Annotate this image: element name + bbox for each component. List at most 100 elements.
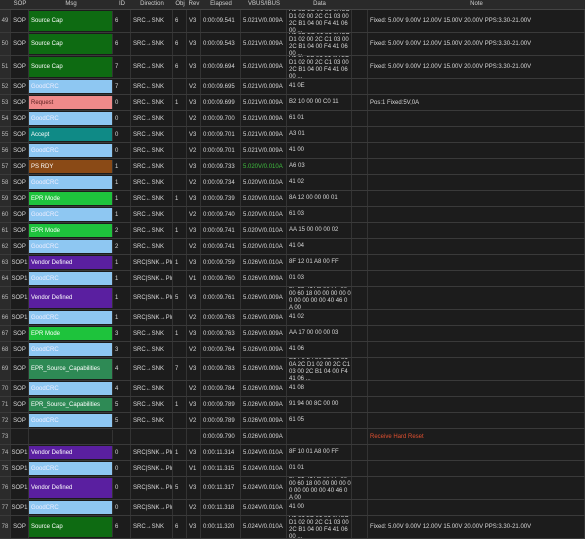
note-cell: [368, 111, 585, 126]
msg-cell: EPR_Source_Capabilities: [29, 398, 113, 411]
note-cell: Fixed: 5.00V 9.00V 12.00V 15.00V 20.00V …: [368, 10, 585, 32]
sop-cell: SOP: [11, 207, 29, 222]
obj-cell: [173, 175, 187, 190]
direction-cell: SRC|SNK←Plug: [131, 287, 173, 309]
rev-cell: V3: [187, 255, 201, 270]
table-row[interactable]: 66SOP1GoodCRC1SRC|SNK→Plug V20:00:09.7635…: [0, 310, 585, 326]
message-log-table: SOP Msg ID Direction Obj Rev Elapsed VBU…: [0, 0, 585, 539]
rev-cell: V3: [187, 223, 201, 238]
id-cell: 5: [113, 397, 131, 412]
table-row[interactable]: 55 SOP Accept 0 SRC→SNK V3 0:00:09.701 5.021V/0…: [0, 127, 585, 143]
table-row[interactable]: 52 SOP GoodCRC 7 SRC←SNK V2 0:00:09.695 5.021V/…: [0, 79, 585, 95]
spacer-cell: [352, 310, 368, 325]
header-note[interactable]: Note: [368, 0, 585, 9]
spacer-cell: [352, 342, 368, 357]
direction-cell: SRC→SNK: [131, 10, 173, 32]
row-number: 57: [0, 159, 11, 174]
row-number: 70: [0, 381, 11, 396]
sop-cell: SOP: [11, 159, 29, 174]
obj-cell: 7: [173, 358, 187, 380]
note-cell: [368, 239, 585, 254]
spacer-cell: [352, 477, 368, 499]
direction-cell: SRC→SNK: [131, 33, 173, 55]
header-data[interactable]: Data: [287, 0, 352, 9]
table-row[interactable]: 69 SOP EPR_Source_Capabilities 4 SRC→SNK 7 V3 0…: [0, 358, 585, 381]
elapsed-cell: 0:00:09.701: [201, 127, 241, 142]
direction-cell: SRC|SNK←Plug: [131, 271, 173, 286]
msg-cell: GoodCRC: [29, 501, 113, 514]
header-sop[interactable]: SOP: [11, 0, 29, 9]
table-row[interactable]: 54 SOP GoodCRC 0 SRC→SNK V2 0:00:09.700 5.021V/…: [0, 111, 585, 127]
table-row[interactable]: 56 SOP GoodCRC 0 SRC←SNK V2 0:00:09.701 5.021V/…: [0, 143, 585, 159]
table-row[interactable]: 71 SOP EPR_Source_Capabilities 5 SRC→SNK 1 V3 0…: [0, 397, 585, 413]
table-row[interactable]: 67 SOP EPR Mode 3 SRC→SNK 1 V3 0:00:09.763 5.026…: [0, 326, 585, 342]
obj-cell: [173, 429, 187, 444]
msg-cell: EPR Mode: [29, 224, 113, 237]
direction-cell: [131, 429, 173, 444]
sop-cell: SOP: [11, 342, 29, 357]
table-row[interactable]: 76SOP1Vendor Defined0SRC|SNK←Plug5V30:00…: [0, 477, 585, 500]
table-row[interactable]: 53 SOP Request 0 SRC←SNK 1 V3 0:00:09.699 5.021V…: [0, 95, 585, 111]
obj-cell: [173, 500, 187, 515]
sop-cell: SOP1: [11, 445, 29, 460]
table-row[interactable]: 77SOP1GoodCRC0SRC|SNK→Plug V20:00:11.3185…: [0, 500, 585, 516]
table-row[interactable]: 51 SOP Source Cap 7 SRC→SNK 6 V3 0:00:09.694 5.0…: [0, 56, 585, 79]
table-row[interactable]: 63SOP1Vendor Defined1SRC|SNK→Plug1V30:00…: [0, 255, 585, 271]
table-row[interactable]: 65SOP1Vendor Defined1SRC|SNK←Plug5V30:00…: [0, 287, 585, 310]
msg-cell: GoodCRC: [29, 112, 113, 125]
header-rev[interactable]: Rev: [187, 0, 201, 9]
data-cell: A1 61 2C 91 81 0A 2C D1 02 00 2C C1 03 0…: [287, 516, 352, 538]
table-row[interactable]: 62 SOP GoodCRC 2 SRC←SNK V2 0:00:09.741 5.020V/…: [0, 239, 585, 255]
data-cell: 8A 12 00 00 00 01: [287, 191, 352, 206]
rev-cell: V1: [187, 271, 201, 286]
sop-cell: SOP: [11, 95, 29, 110]
table-row[interactable]: 57 SOP PS RDY 1 SRC→SNK V3 0:00:09.733 5.020V/0…: [0, 159, 585, 175]
row-number: 75: [0, 461, 11, 476]
table-row[interactable]: 73 0:00:09.790 5.026V/0.009A Receive Hard R…: [0, 429, 585, 445]
spacer-cell: [352, 397, 368, 412]
rev-cell: V2: [187, 175, 201, 190]
msg-cell: Source Cap: [29, 34, 113, 54]
spacer-cell: [352, 10, 368, 32]
data-cell: B2 10 00 00 C0 11: [287, 95, 352, 110]
header-vbus-ibus[interactable]: VBUS/IBUS: [241, 0, 287, 9]
table-row[interactable]: 75SOP1GoodCRC0SRC|SNK←Plug V10:00:11.3155…: [0, 461, 585, 477]
sop-cell: SOP: [11, 111, 29, 126]
header-elapsed[interactable]: Elapsed: [201, 0, 241, 9]
note-cell: [368, 207, 585, 222]
note-cell: [368, 79, 585, 94]
table-row[interactable]: 78 SOP Source Cap 6 SRC→SNK 6 V3 0:00:11.320 5.0…: [0, 516, 585, 539]
header-direction[interactable]: Direction: [131, 0, 173, 9]
rev-cell: V2: [187, 310, 201, 325]
elapsed-cell: 0:00:09.763: [201, 310, 241, 325]
msg-cell: GoodCRC: [29, 343, 113, 356]
row-number: 53: [0, 95, 11, 110]
table-row[interactable]: 60 SOP GoodCRC 1 SRC→SNK V2 0:00:09.740 5.020V/…: [0, 207, 585, 223]
table-row[interactable]: 61 SOP EPR Mode 2 SRC→SNK 1 V3 0:00:09.741 5.020…: [0, 223, 585, 239]
spacer-cell: [352, 191, 368, 206]
data-cell: [287, 429, 352, 444]
rev-cell: V2: [187, 342, 201, 357]
header-id[interactable]: ID: [113, 0, 131, 9]
table-row[interactable]: 58 SOP GoodCRC 1 SRC←SNK V2 0:00:09.734 5.020V/…: [0, 175, 585, 191]
header-obj[interactable]: Obj: [173, 0, 187, 9]
row-number: 76: [0, 477, 11, 499]
table-row[interactable]: 72 SOP GoodCRC 5 SRC←SNK V2 0:00:09.789 5.026V/…: [0, 413, 585, 429]
spacer-cell: [352, 239, 368, 254]
spacer-cell: [352, 500, 368, 515]
table-row[interactable]: 74SOP1Vendor Defined0SRC|SNK→Plug1V30:00…: [0, 445, 585, 461]
note-cell: [368, 310, 585, 325]
table-row[interactable]: 50 SOP Source Cap 6 SRC→SNK 6 V3 0:00:09.543 5.0…: [0, 33, 585, 56]
header-msg[interactable]: Msg: [29, 0, 113, 9]
table-row[interactable]: 64SOP1GoodCRC1SRC|SNK←Plug V10:00:09.7605…: [0, 271, 585, 287]
table-row[interactable]: 59 SOP EPR Mode 1 SRC←SNK 1 V3 0:00:09.739 5.020…: [0, 191, 585, 207]
table-row[interactable]: 49 SOP Source Cap 6 SRC→SNK 6 V3 0:00:09.541 5.0…: [0, 10, 585, 33]
elapsed-cell: 0:00:11.317: [201, 477, 241, 499]
obj-cell: [173, 342, 187, 357]
vbus-cell: 5.020V/0.010A: [241, 239, 287, 254]
rev-cell: V3: [187, 397, 201, 412]
table-row[interactable]: 68 SOP GoodCRC 3 SRC←SNK V2 0:00:09.764 5.026V/…: [0, 342, 585, 358]
table-row[interactable]: 70 SOP GoodCRC 4 SRC←SNK V2 0:00:09.784 5.026V/…: [0, 381, 585, 397]
note-cell: [368, 287, 585, 309]
rev-cell: V3: [187, 10, 201, 32]
